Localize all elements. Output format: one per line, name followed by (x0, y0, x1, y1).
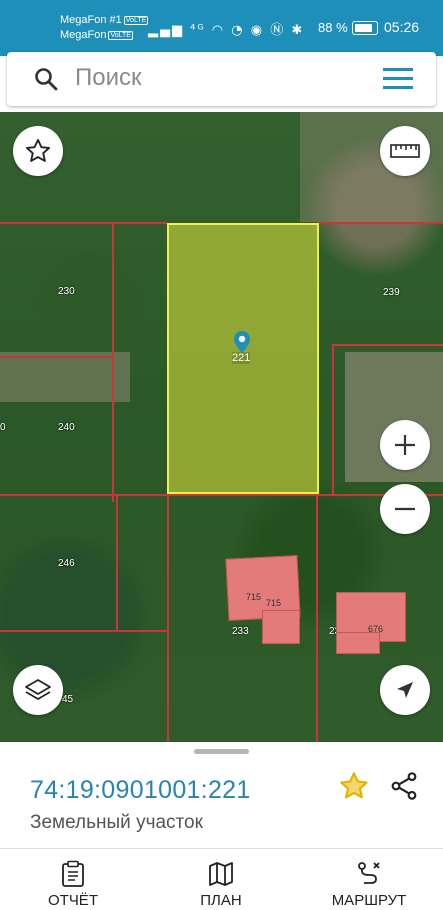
ruler-button[interactable] (380, 126, 430, 176)
building[interactable] (336, 632, 380, 654)
parcel-border (112, 222, 114, 502)
layers-button[interactable] (13, 665, 63, 715)
selected-parcel-label: 221 (232, 352, 251, 364)
carrier-2: MegaFon VoLTE (60, 29, 133, 41)
share-icon[interactable] (388, 770, 420, 802)
search-input[interactable]: Поиск (75, 64, 142, 92)
status-bar: MegaFon #1 VoLTE MegaFon VoLTE ▂▄▆ ⁴ᴳ ◠ ◔ … (0, 0, 443, 56)
route-icon (358, 862, 380, 884)
zoom-in-button[interactable] (380, 420, 430, 470)
building-label: 715 (266, 598, 282, 608)
search-bar[interactable]: Поиск (7, 52, 436, 106)
parcel-border (332, 344, 334, 494)
drag-handle[interactable] (194, 749, 249, 754)
plus-icon (395, 435, 415, 455)
building[interactable] (262, 610, 300, 644)
parcel-label: 45 (62, 694, 74, 705)
parcel-border (332, 344, 443, 346)
map-icon (209, 862, 233, 886)
parcel-border (0, 630, 167, 632)
minus-icon (395, 507, 415, 511)
parcel-label: 246 (58, 558, 75, 569)
search-icon (35, 68, 58, 91)
my-location-button[interactable] (380, 665, 430, 715)
tab-route[interactable]: МАРШРУТ (314, 860, 424, 909)
clearing (0, 352, 130, 402)
ruler-icon (390, 144, 420, 158)
tab-label: ОТЧЁТ (47, 892, 98, 909)
menu-icon[interactable] (383, 68, 413, 90)
parcel-border (116, 496, 118, 630)
cadastral-number[interactable]: 74:19:0901001:221 (30, 776, 251, 805)
parcel-label: 239 (383, 287, 400, 298)
parcel-label: 233 (232, 626, 249, 637)
star-outline-icon (25, 138, 51, 162)
parcel-border (0, 494, 443, 496)
parcel-border (167, 494, 169, 742)
tab-label: МАРШРУТ (331, 892, 407, 909)
parcel-border (0, 222, 167, 224)
object-type: Земельный участок (30, 812, 203, 833)
zoom-out-button[interactable] (380, 484, 430, 534)
divider (0, 848, 443, 849)
favorites-button[interactable] (13, 126, 63, 176)
parcel-label: 240 (58, 422, 75, 433)
parcel-border (319, 222, 443, 224)
carrier-1: MegaFon #1 VoLTE (60, 14, 149, 26)
parcel-label: 230 (58, 286, 75, 297)
building-label: 715 (246, 592, 262, 602)
favorite-star-icon[interactable] (338, 770, 370, 802)
tab-plan[interactable]: ПЛАН (166, 860, 276, 909)
map-view[interactable]: 230 239 240 246 233 234 45 0 715 715 676… (0, 112, 443, 742)
clipboard-icon (62, 860, 84, 887)
battery-icon (352, 21, 378, 35)
parcel-border (316, 494, 318, 742)
parcel-label: 0 (0, 422, 6, 433)
clock: 05:26 (384, 19, 420, 35)
navigation-arrow-icon (397, 682, 413, 698)
layers-icon (25, 679, 51, 700)
building-label: 676 (368, 624, 384, 634)
signal-icons: ▂▄▆ ⁴ᴳ ◠ ◔ ◉ Ⓝ ✱ (148, 23, 305, 38)
battery-percent: 88 % (318, 20, 348, 35)
bottom-sheet: 74:19:0901001:221 Земельный участок ОТЧЁ… (0, 742, 443, 910)
parcel-border (0, 356, 112, 358)
tab-label: ПЛАН (200, 892, 242, 909)
tab-report[interactable]: ОТЧЁТ (18, 860, 128, 909)
